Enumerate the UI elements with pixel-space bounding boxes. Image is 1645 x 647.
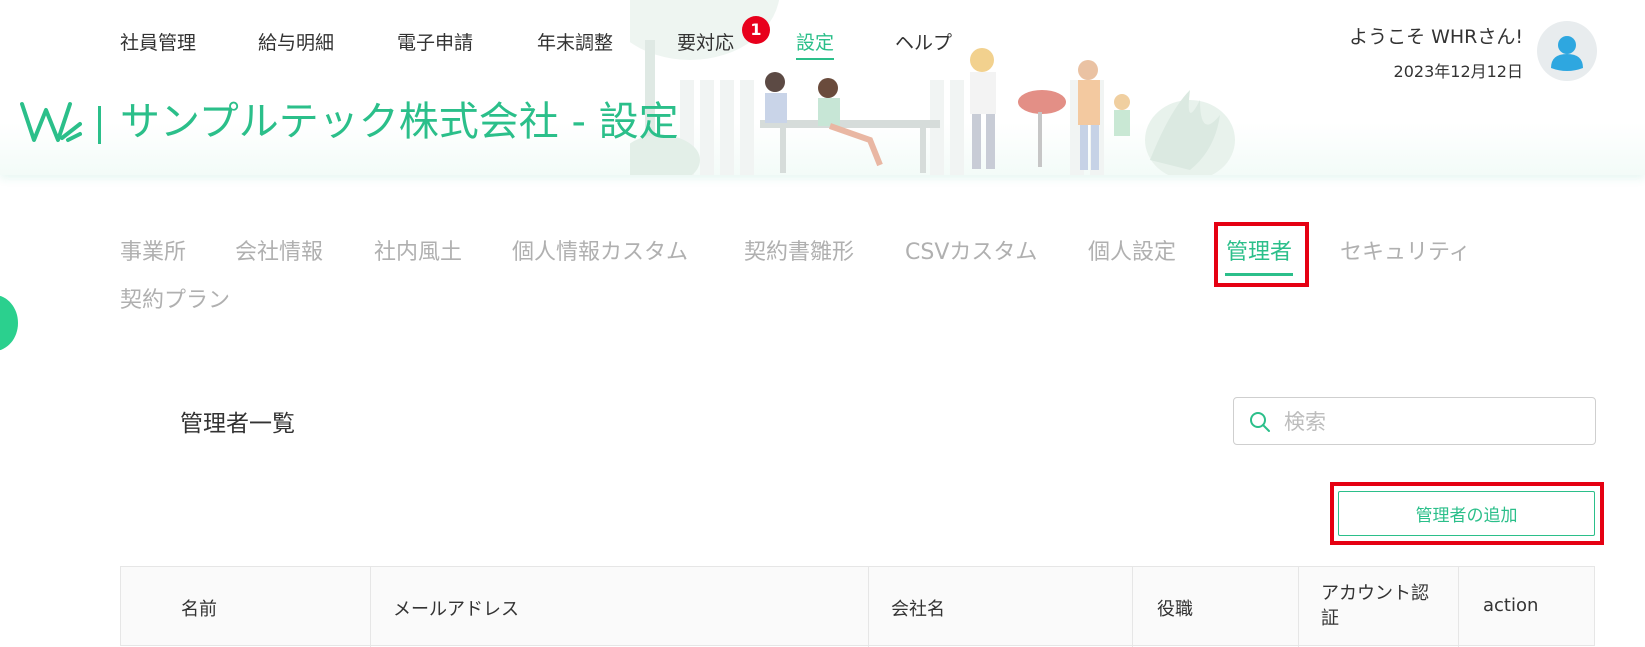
company-logo bbox=[20, 102, 82, 142]
tab-company-culture[interactable]: 社内風土 bbox=[374, 238, 462, 268]
admin-table-header: 名前 メールアドレス 会社名 役職 アカウント認証 action bbox=[120, 566, 1596, 647]
bbq-party-illustration bbox=[630, 0, 1235, 175]
tab-security[interactable]: セキュリティ bbox=[1340, 238, 1471, 268]
tab-csv-custom[interactable]: CSVカスタム bbox=[905, 238, 1037, 268]
notification-badge: 1 bbox=[742, 16, 770, 44]
column-email[interactable]: メールアドレス bbox=[371, 567, 869, 647]
highlight-admin-tab bbox=[1214, 222, 1309, 287]
nav-year-end-adjustment[interactable]: 年末調整 bbox=[537, 30, 613, 56]
column-position[interactable]: 役職 bbox=[1133, 567, 1299, 647]
nav-help[interactable]: ヘルプ bbox=[895, 30, 952, 56]
welcome-text: ようこそ WHRさん! bbox=[1349, 26, 1523, 48]
avatar[interactable] bbox=[1537, 21, 1597, 81]
tab-company-info[interactable]: 会社情報 bbox=[235, 238, 323, 268]
nav-settings[interactable]: 設定 bbox=[796, 30, 835, 60]
search-icon bbox=[1250, 412, 1270, 432]
tab-personal-info-custom[interactable]: 個人情報カスタム bbox=[512, 238, 688, 268]
tab-offices[interactable]: 事業所 bbox=[120, 238, 186, 268]
column-company[interactable]: 会社名 bbox=[869, 567, 1133, 647]
column-action[interactable]: action bbox=[1459, 567, 1596, 647]
current-date: 2023年12月12日 bbox=[1393, 62, 1523, 81]
side-panel-toggle[interactable] bbox=[0, 295, 18, 351]
app-header: 社員管理 給与明細 電子申請 年末調整 要対応 設定 ヘルプ 1 ようこそ WH… bbox=[0, 0, 1645, 175]
nav-action-required[interactable]: 要対応 bbox=[677, 30, 734, 56]
user-icon bbox=[1551, 36, 1583, 71]
nav-e-applications[interactable]: 電子申請 bbox=[397, 30, 473, 56]
search-box bbox=[1233, 397, 1596, 445]
section-title: 管理者一覧 bbox=[180, 411, 295, 437]
user-greeting: ようこそ WHRさん! 2023年12月12日 bbox=[1349, 24, 1523, 82]
highlight-add-button bbox=[1330, 482, 1604, 545]
tab-personal-settings[interactable]: 個人設定 bbox=[1088, 238, 1176, 268]
tab-contract-plan[interactable]: 契約プラン bbox=[120, 286, 230, 316]
page-title: サンプルテック株式会社 - 設定 bbox=[120, 99, 679, 145]
tab-contract-templates[interactable]: 契約書雛形 bbox=[744, 238, 854, 268]
logo-divider bbox=[98, 106, 101, 144]
search-input[interactable] bbox=[1282, 406, 1586, 438]
nav-payslips[interactable]: 給与明細 bbox=[258, 30, 334, 56]
column-account-verification[interactable]: アカウント認証 bbox=[1299, 567, 1459, 647]
column-name[interactable]: 名前 bbox=[121, 567, 371, 647]
nav-employee-management[interactable]: 社員管理 bbox=[120, 30, 196, 56]
